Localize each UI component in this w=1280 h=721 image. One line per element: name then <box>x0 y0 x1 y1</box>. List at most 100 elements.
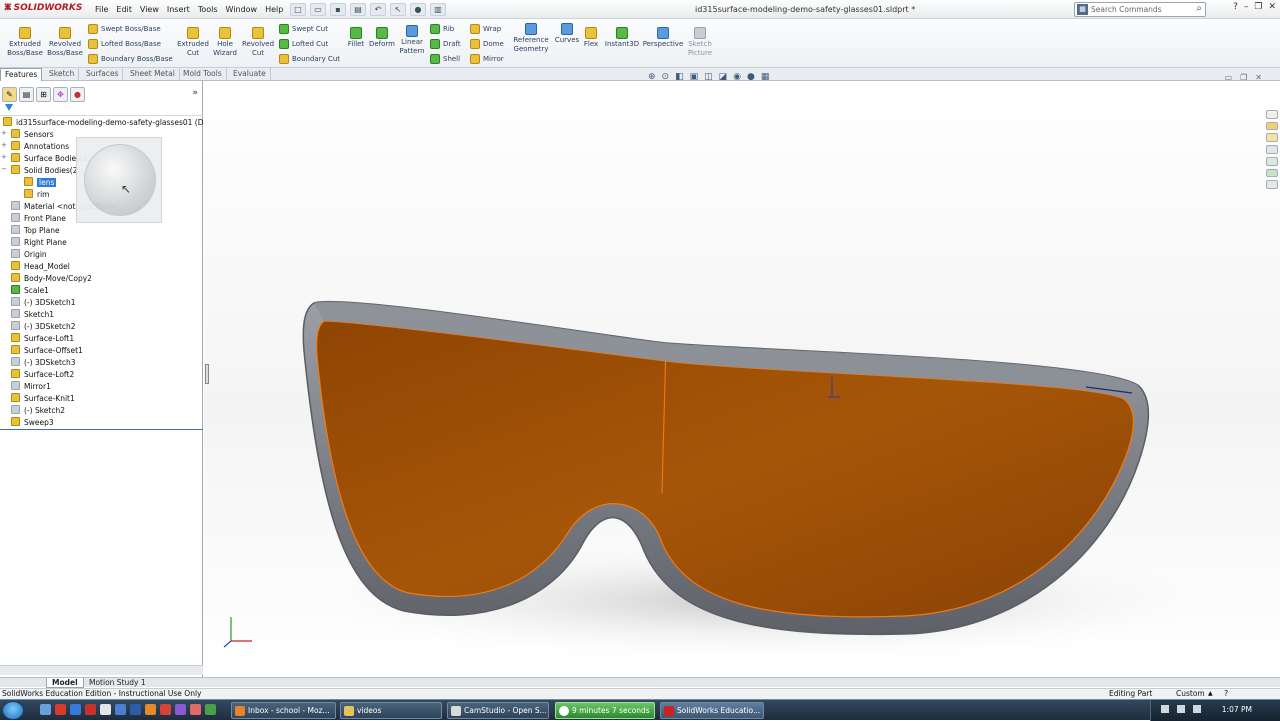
tree-item-front-plane[interactable]: Front Plane <box>11 213 66 225</box>
tree-item-3dsketch3[interactable]: (-) 3DSketch3 <box>11 357 76 369</box>
rollback-bar[interactable] <box>0 429 203 430</box>
tree-item-surface-loft2[interactable]: Surface-Loft2 <box>11 369 74 381</box>
swept-cut-button[interactable]: Swept Cut <box>279 24 328 34</box>
taskbar-item-inbox[interactable]: Inbox - school - Moz... <box>231 702 336 719</box>
expand-icon[interactable]: + <box>1 153 7 161</box>
quicklaunch-explorer-icon[interactable] <box>100 704 111 715</box>
search-commands[interactable]: ▦ Search Commands ⌕ <box>1074 2 1206 17</box>
revolved-boss-button[interactable]: Revolved Boss/Base <box>46 27 84 58</box>
search-input[interactable]: Search Commands <box>1091 5 1162 14</box>
new-icon[interactable]: □ <box>290 3 306 16</box>
tree-item-head-model[interactable]: Head_Model <box>11 261 70 273</box>
open-icon[interactable]: ▭ <box>310 3 326 16</box>
tree-item-lens[interactable]: lens <box>24 177 57 189</box>
perspective-button[interactable]: Perspective <box>642 27 684 49</box>
taskbar-item-camstudio[interactable]: CamStudio - Open S... <box>447 702 549 719</box>
swept-boss-button[interactable]: Swept Boss/Base <box>88 24 161 34</box>
volume-icon[interactable] <box>1177 705 1185 713</box>
tree-item-surface-offset1[interactable]: Surface-Offset1 <box>11 345 83 357</box>
undo-icon[interactable]: ↶ <box>370 3 386 16</box>
tree-item-rim[interactable]: rim <box>24 189 49 201</box>
display-style-icon[interactable]: ◪ <box>719 72 728 82</box>
tree-item-3dsketch1[interactable]: (-) 3DSketch1 <box>11 297 76 309</box>
units-dropdown-icon[interactable]: ▲ <box>1208 689 1213 699</box>
tree-item-surface-knit1[interactable]: Surface-Knit1 <box>11 393 75 405</box>
hide-show-icon[interactable]: ◉ <box>733 72 741 82</box>
minimize-icon[interactable]: – <box>1244 2 1249 12</box>
tree-item-annotations[interactable]: Annotations <box>11 141 69 153</box>
display-manager-icon[interactable]: ● <box>70 87 85 102</box>
taskbar-item-solidworks[interactable]: SolidWorks Educatio... <box>660 702 764 719</box>
menu-file[interactable]: File <box>91 5 112 14</box>
filter-icon[interactable] <box>5 104 13 112</box>
quicklaunch-firefox-icon[interactable] <box>145 704 156 715</box>
menu-edit[interactable]: Edit <box>112 5 136 14</box>
tab-surfaces[interactable]: Surfaces <box>82 68 124 81</box>
tree-item-scale1[interactable]: Scale1 <box>11 285 49 297</box>
expand-icon[interactable]: + <box>1 141 7 149</box>
tab-mold-tools[interactable]: Mold Tools <box>179 68 227 81</box>
network-icon[interactable] <box>1161 705 1169 713</box>
doc-minimize-icon[interactable]: ▭ <box>1225 73 1233 82</box>
menu-view[interactable]: View <box>136 5 163 14</box>
doc-restore-icon[interactable]: ❐ <box>1240 73 1247 82</box>
tab-motion-study[interactable]: Motion Study 1 <box>84 678 151 688</box>
file-explorer-icon[interactable] <box>1266 145 1278 154</box>
extruded-cut-button[interactable]: Extruded Cut <box>174 27 212 58</box>
home-icon[interactable] <box>1266 121 1278 131</box>
help-icon[interactable]: ? <box>1233 2 1238 12</box>
menu-help[interactable]: Help <box>261 5 287 14</box>
collapse-icon[interactable]: − <box>1 165 7 173</box>
lofted-cut-button[interactable]: Lofted Cut <box>279 39 328 49</box>
linear-pattern-button[interactable]: Linear Pattern <box>398 25 426 56</box>
expand-chevron-icon[interactable]: » <box>192 88 198 98</box>
sketch-picture-button[interactable]: Sketch Picture <box>684 27 716 58</box>
tree-root[interactable]: id315surface-modeling-demo-safety-glasse… <box>3 117 203 129</box>
tree-item-solid-bodies[interactable]: Solid Bodies(2) <box>11 165 80 177</box>
quicklaunch-acrobat-icon[interactable] <box>85 704 96 715</box>
quicklaunch-word-icon[interactable] <box>115 704 126 715</box>
quicklaunch-app2-icon[interactable] <box>175 704 186 715</box>
tree-item-sketch1[interactable]: Sketch1 <box>11 309 54 321</box>
tree-item-right-plane[interactable]: Right Plane <box>11 237 67 249</box>
tab-model[interactable]: Model <box>46 678 84 688</box>
tree-item-mirror1[interactable]: Mirror1 <box>11 381 51 393</box>
select-icon[interactable]: ↖ <box>390 3 406 16</box>
tab-sheet-metal[interactable]: Sheet Metal <box>126 68 180 81</box>
tree-item-sensors[interactable]: Sensors <box>11 129 54 141</box>
view-orientation-icon[interactable]: ◫ <box>704 72 713 82</box>
quicklaunch-ie-icon[interactable] <box>70 704 81 715</box>
tree-item-3dsketch2[interactable]: (-) 3DSketch2 <box>11 321 76 333</box>
curves-button[interactable]: Curves <box>553 23 581 45</box>
view-palette-icon[interactable] <box>1266 156 1278 166</box>
deform-button[interactable]: Deform <box>368 27 396 49</box>
tab-evaluate[interactable]: Evaluate <box>229 68 271 81</box>
flag-icon[interactable] <box>1193 705 1201 713</box>
tree-item-top-plane[interactable]: Top Plane <box>11 225 60 237</box>
zoom-area-icon[interactable]: ⊙ <box>662 72 670 82</box>
tab-features[interactable]: Features <box>0 68 43 81</box>
draft-button[interactable]: Draft <box>430 39 461 49</box>
menu-insert[interactable]: Insert <box>163 5 194 14</box>
expand-icon[interactable]: + <box>1 129 7 137</box>
restore-icon[interactable]: ❐ <box>1254 2 1262 12</box>
zoom-to-fit-icon[interactable]: ⊕ <box>648 72 656 82</box>
taskbar-item-videos[interactable]: videos <box>340 702 442 719</box>
lofted-boss-button[interactable]: Lofted Boss/Base <box>88 39 161 49</box>
graphics-area[interactable] <box>204 81 1280 677</box>
clock[interactable]: 1:07 PM <box>1222 705 1252 714</box>
units-selector[interactable]: Custom <box>1176 689 1205 699</box>
tree-item-surface-loft1[interactable]: Surface-Loft1 <box>11 333 74 345</box>
feature-manager-icon[interactable]: ✎ <box>2 87 17 102</box>
boundary-boss-button[interactable]: Boundary Boss/Base <box>88 54 173 64</box>
quicklaunch-app3-icon[interactable] <box>190 704 201 715</box>
search-icon[interactable]: ⌕ <box>1196 3 1202 14</box>
custom-properties-icon[interactable] <box>1266 180 1278 190</box>
start-button[interactable] <box>2 701 24 720</box>
quicklaunch-chrome-icon[interactable] <box>55 704 66 715</box>
search-scope-icon[interactable]: ▦ <box>1077 4 1088 15</box>
solidworks-logo[interactable]: ⵥ SOLIDWORKS <box>4 3 82 13</box>
appearances-icon[interactable] <box>1266 168 1278 178</box>
configuration-manager-icon[interactable]: ⊞ <box>36 87 51 102</box>
shell-button[interactable]: Shell <box>430 54 460 64</box>
